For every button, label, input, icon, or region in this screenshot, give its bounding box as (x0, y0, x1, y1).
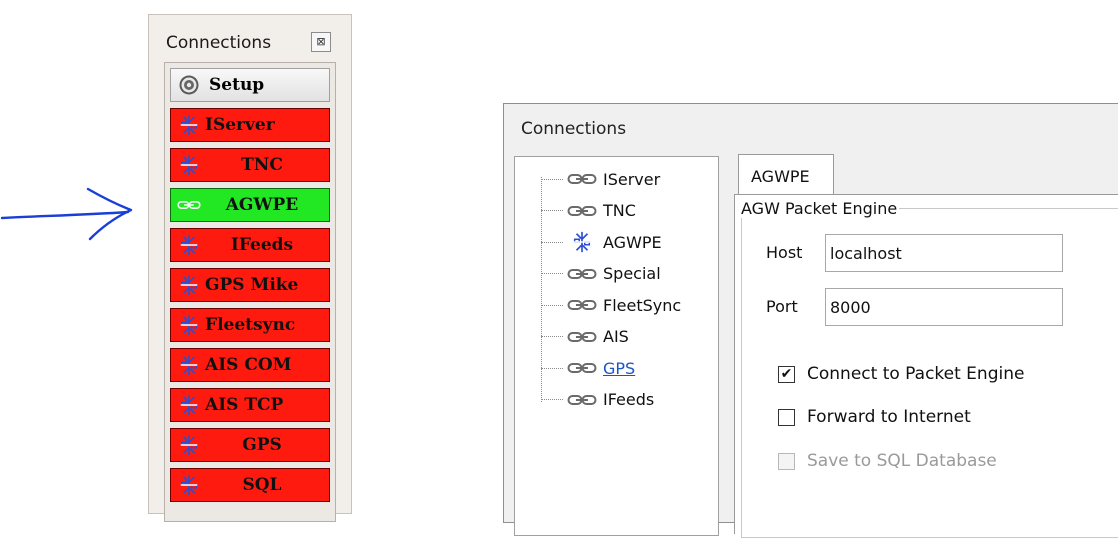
connection-label: IFeeds (230, 235, 294, 255)
broken-link-icon (177, 433, 201, 457)
connections-dialog: Connections IServer TNC AGWPE Special FleetS… (503, 103, 1118, 538)
agw-packet-engine-group: AGW Packet Engine Host Port ✔ Connect to… (739, 199, 1118, 538)
setup-button[interactable]: Setup (170, 68, 330, 102)
connection-list: Setup IServer TNC AGWPE IFeeds GPS Mike Fleet… (164, 62, 336, 522)
tree-item[interactable]: AGWPE (541, 231, 662, 253)
tree-item[interactable]: AIS (541, 326, 629, 348)
tree-item-label: AGWPE (603, 232, 662, 252)
broken-link-icon (177, 233, 201, 257)
group-title: AGW Packet Engine (739, 199, 900, 218)
connection-label: GPS (242, 435, 282, 455)
sql-checkbox: Save to SQL Database (778, 451, 997, 471)
link-icon (563, 201, 601, 221)
tree-item[interactable]: IServer (541, 168, 660, 190)
tree-connector (541, 241, 563, 243)
annotation-arrow-icon (0, 187, 133, 241)
tree-item[interactable]: FleetSync (541, 294, 681, 316)
connection-button[interactable]: IFeeds (170, 228, 330, 262)
link-icon (177, 193, 201, 217)
checkbox-box (778, 452, 795, 470)
connection-label: TNC (241, 155, 283, 175)
tree-item[interactable]: Special (541, 263, 661, 285)
tree-item-label: Special (603, 264, 661, 283)
gear-icon (177, 73, 201, 97)
connection-button[interactable]: GPS Mike (170, 268, 330, 302)
connection-button[interactable]: IServer (170, 108, 330, 142)
connections-panel: Connections ⊠ Setup IServer TNC AGWPE IFeed… (148, 14, 352, 522)
close-icon[interactable]: ⊠ (311, 32, 331, 52)
sql-label: Save to SQL Database (807, 451, 997, 471)
broken-link-icon (177, 473, 201, 497)
tree-item-label: AIS (603, 327, 629, 346)
connection-label: SQL (242, 475, 282, 495)
connection-label: IServer (205, 115, 275, 135)
broken-link-icon (177, 273, 201, 297)
checkbox-box[interactable]: ✔ (778, 365, 795, 383)
connection-label: Fleetsync (205, 315, 296, 335)
agwpe-tab-panel: AGW Packet Engine Host Port ✔ Connect to… (734, 194, 1118, 538)
link-icon (563, 169, 601, 189)
tree-connector (541, 399, 563, 400)
connection-button[interactable]: GPS (170, 428, 330, 462)
tree-connector (541, 367, 563, 369)
tree-connector (541, 273, 563, 274)
setup-label: Setup (209, 75, 265, 95)
link-icon (563, 327, 601, 347)
connection-button[interactable]: SQL (170, 468, 330, 502)
host-label: Host (766, 243, 803, 262)
tree-connector (541, 210, 563, 211)
connection-label: AIS COM (205, 355, 292, 375)
broken-link-icon (177, 353, 201, 377)
tree-connector (541, 178, 563, 180)
settings-tabs: AGWPE AGW Packet Engine Host Port ✔ Conn… (734, 154, 1118, 538)
tree-item[interactable]: GPS (541, 357, 635, 379)
port-label: Port (766, 297, 798, 316)
forward-label: Forward to Internet (807, 407, 971, 427)
tree-item-label: IFeeds (603, 390, 655, 409)
tree-item[interactable]: TNC (541, 200, 636, 222)
connection-label: GPS Mike (205, 275, 299, 295)
connection-button[interactable]: AGWPE (170, 188, 330, 222)
connection-tree: IServer TNC AGWPE Special FleetSync AIS GPS IFe… (514, 156, 719, 536)
link-icon (563, 390, 601, 410)
connection-button[interactable]: AIS TCP (170, 388, 330, 422)
tree-item-label: IServer (603, 169, 661, 189)
dialog-title: Connections (521, 119, 627, 139)
connection-button[interactable]: Fleetsync (170, 308, 330, 342)
tree-item-label: TNC (603, 201, 636, 220)
link-icon (563, 295, 601, 315)
connect-label: Connect to Packet Engine (807, 364, 1025, 384)
broken-link-icon (563, 231, 601, 253)
broken-link-icon (177, 313, 201, 337)
connect-checkbox[interactable]: ✔ Connect to Packet Engine (778, 364, 1024, 384)
checkbox-box[interactable] (778, 408, 795, 426)
panel-title: Connections (166, 33, 272, 53)
port-input[interactable] (825, 288, 1063, 326)
tree-item-label: FleetSync (603, 295, 682, 315)
broken-link-icon (177, 113, 201, 137)
tree-item-label: GPS (603, 358, 636, 378)
forward-checkbox[interactable]: Forward to Internet (778, 407, 971, 427)
connection-label: AGWPE (225, 195, 299, 215)
broken-link-icon (177, 153, 201, 177)
connection-button[interactable]: AIS COM (170, 348, 330, 382)
tree-connector (541, 336, 563, 337)
tab-agwpe[interactable]: AGWPE (738, 154, 834, 195)
tree-item[interactable]: IFeeds (541, 389, 654, 411)
connection-button[interactable]: TNC (170, 148, 330, 182)
link-icon (563, 358, 601, 378)
tree-connector (541, 304, 563, 306)
connection-label: AIS TCP (205, 395, 284, 415)
link-icon (563, 264, 601, 284)
host-input[interactable] (825, 234, 1063, 272)
broken-link-icon (177, 393, 201, 417)
